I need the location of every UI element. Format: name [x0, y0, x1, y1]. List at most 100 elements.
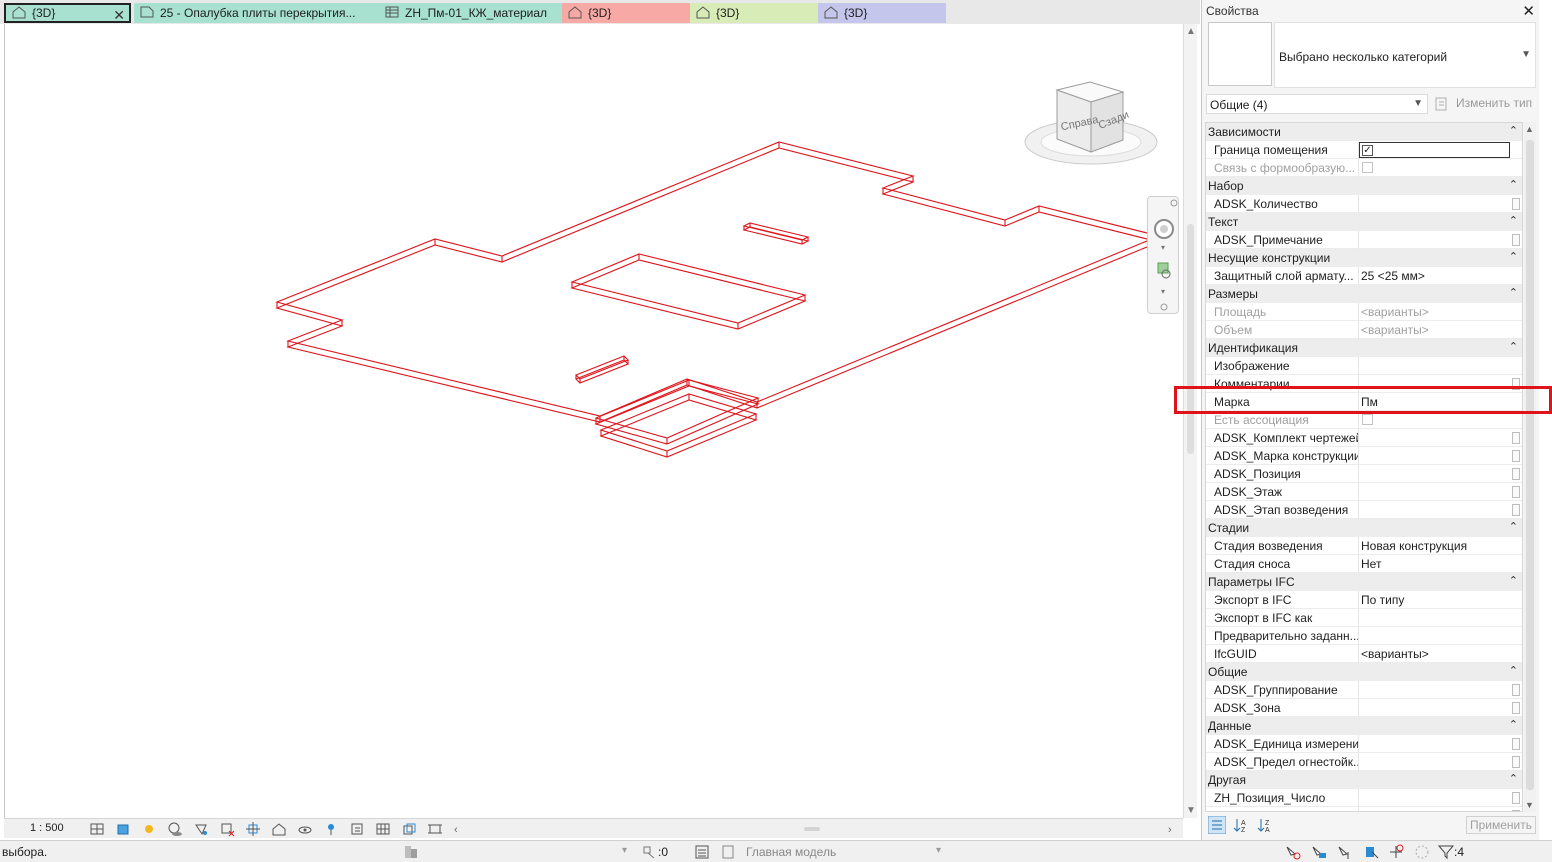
- property-value[interactable]: <варианты>: [1361, 305, 1429, 319]
- property-row[interactable]: Экспорт в IFC По типу: [1206, 591, 1522, 609]
- sort-group-icon[interactable]: [1208, 816, 1226, 834]
- view-cube[interactable]: Справа Сзади: [1024, 81, 1158, 165]
- drag-elements-icon[interactable]: [1388, 844, 1406, 860]
- edit-value-button[interactable]: [1512, 504, 1520, 516]
- apply-button[interactable]: Применить: [1466, 816, 1536, 834]
- property-group-header[interactable]: Текст ⌃: [1206, 213, 1522, 231]
- collapse-icon[interactable]: ⌃: [1509, 718, 1518, 731]
- shadows-icon[interactable]: [167, 821, 183, 837]
- sun-path-icon[interactable]: [141, 821, 157, 837]
- view-scale[interactable]: 1 : 500: [30, 822, 64, 834]
- property-group-header[interactable]: Идентификация ⌃: [1206, 339, 1522, 357]
- edit-value-button[interactable]: [1512, 234, 1520, 246]
- navigation-bar[interactable]: ▾ ▾: [1147, 196, 1179, 314]
- close-tab-icon[interactable]: ✕: [113, 7, 125, 21]
- view-tab[interactable]: {3D}: [562, 3, 690, 23]
- property-group-header[interactable]: Параметры IFC ⌃: [1206, 573, 1522, 591]
- view-tab[interactable]: ZH_Пм-01_КЖ_материал: [379, 3, 562, 23]
- property-value[interactable]: Нет: [1361, 557, 1381, 571]
- viewport-vertical-scrollbar[interactable]: ▲ ▼: [1183, 24, 1197, 818]
- detail-level-icon[interactable]: [89, 821, 105, 837]
- collapse-icon[interactable]: ⌃: [1509, 664, 1518, 677]
- worksets-icon[interactable]: [402, 844, 420, 860]
- crop-view-icon[interactable]: [219, 821, 235, 837]
- property-value-editor[interactable]: ✓: [1359, 142, 1510, 158]
- edit-value-button[interactable]: [1512, 432, 1520, 444]
- property-row[interactable]: Экспорт в IFC как: [1206, 609, 1522, 627]
- property-group-header[interactable]: Зависимости ⌃: [1206, 123, 1522, 141]
- property-row[interactable]: ADSK_Этап возведения: [1206, 501, 1522, 519]
- property-row[interactable]: ADSK_Единица измерения: [1206, 735, 1522, 753]
- collapse-icon[interactable]: ⌃: [1509, 178, 1518, 191]
- analytical-model-icon[interactable]: [401, 821, 417, 837]
- property-row[interactable]: ADSK_Комплект чертежей: [1206, 429, 1522, 447]
- collapse-icon[interactable]: ⌃: [1509, 772, 1518, 785]
- collapse-icon[interactable]: ⌃: [1509, 124, 1518, 137]
- worksharing-display-icon[interactable]: [375, 821, 391, 837]
- property-group-header[interactable]: Общие ⌃: [1206, 663, 1522, 681]
- filter-icon[interactable]: [1438, 844, 1454, 860]
- property-row[interactable]: ADSK_Позиция: [1206, 465, 1522, 483]
- edit-value-button[interactable]: [1512, 450, 1520, 462]
- crop-region-icon[interactable]: [245, 821, 261, 837]
- property-checkbox[interactable]: [1362, 414, 1373, 425]
- property-checkbox[interactable]: [1362, 162, 1373, 173]
- 3d-viewport[interactable]: Справа Сзади ▾ ▾: [4, 24, 1183, 818]
- property-value[interactable]: 25 <25 мм>: [1361, 269, 1425, 283]
- design-options-icon[interactable]: [694, 844, 710, 860]
- active-workset-label[interactable]: Главная модель: [746, 845, 836, 859]
- temporary-hide-icon[interactable]: [297, 821, 313, 837]
- view-tab[interactable]: {3D}: [690, 3, 818, 23]
- property-row[interactable]: Стадия возведения Новая конструкция: [1206, 537, 1522, 555]
- property-row[interactable]: Предварительно заданн...: [1206, 627, 1522, 645]
- collapse-icon[interactable]: ⌃: [1509, 250, 1518, 263]
- selection-count-icon[interactable]: [642, 844, 658, 860]
- view-tab[interactable]: 25 - Опалубка плиты перекрытия...: [134, 3, 379, 23]
- select-pinned-icon[interactable]: [1336, 844, 1354, 860]
- visual-style-icon[interactable]: [115, 821, 131, 837]
- property-group-header[interactable]: Несущие конструкции ⌃: [1206, 249, 1522, 267]
- properties-scrollbar[interactable]: ▲ ▼: [1524, 122, 1536, 812]
- collapse-icon[interactable]: ⌃: [1509, 214, 1518, 227]
- edit-value-button[interactable]: [1512, 738, 1520, 750]
- edit-value-button[interactable]: [1512, 486, 1520, 498]
- property-group-header[interactable]: Набор ⌃: [1206, 177, 1522, 195]
- property-group-header[interactable]: Стадии ⌃: [1206, 519, 1522, 537]
- property-row[interactable]: Объем <варианты>: [1206, 321, 1522, 339]
- select-underlay-icon[interactable]: [1310, 844, 1328, 860]
- temporary-properties-icon[interactable]: [349, 821, 365, 837]
- edit-value-button[interactable]: [1512, 702, 1520, 714]
- property-row[interactable]: Связь с формообразую...: [1206, 159, 1522, 177]
- edit-type-button[interactable]: Изменить тип: [1456, 96, 1532, 110]
- highlight-displacement-icon[interactable]: [427, 821, 443, 837]
- type-selector[interactable]: Выбрано несколько категорий ▼: [1274, 22, 1536, 88]
- property-row[interactable]: Граница помещения ✓: [1206, 141, 1522, 159]
- edit-value-button[interactable]: [1512, 756, 1520, 768]
- lock-3d-view-icon[interactable]: [271, 821, 287, 837]
- edit-value-button[interactable]: [1512, 198, 1520, 210]
- property-row[interactable]: Площадь <варианты>: [1206, 303, 1522, 321]
- property-row[interactable]: ZH_Позиция_Число: [1206, 789, 1522, 807]
- edit-value-button[interactable]: [1512, 684, 1520, 696]
- properties-filter-dropdown[interactable]: Общие (4) ▼: [1206, 94, 1428, 114]
- property-row[interactable]: Защитный слой армату... 25 <25 мм>: [1206, 267, 1522, 285]
- close-icon[interactable]: ✕: [1522, 2, 1535, 20]
- property-value[interactable]: По типу: [1361, 593, 1404, 607]
- property-row[interactable]: ADSK_Этаж: [1206, 483, 1522, 501]
- collapse-icon[interactable]: ⌃: [1509, 340, 1518, 353]
- property-row[interactable]: IfcGUID <варианты>: [1206, 645, 1522, 663]
- collapse-icon[interactable]: ⌃: [1509, 520, 1518, 533]
- property-value[interactable]: <варианты>: [1361, 323, 1429, 337]
- property-row[interactable]: Изображение: [1206, 357, 1522, 375]
- property-value[interactable]: <варианты>: [1361, 647, 1429, 661]
- checkbox-checked-icon[interactable]: ✓: [1362, 145, 1373, 156]
- property-row[interactable]: ADSK_Марка конструкции: [1206, 447, 1522, 465]
- edit-value-button[interactable]: [1512, 792, 1520, 804]
- select-by-face-icon[interactable]: [1362, 844, 1380, 860]
- select-links-icon[interactable]: [1284, 844, 1302, 860]
- property-row[interactable]: ADSK_Предел огнестойк...: [1206, 753, 1522, 771]
- property-row[interactable]: Стадия сноса Нет: [1206, 555, 1522, 573]
- property-value[interactable]: Новая конструкция: [1361, 539, 1467, 553]
- view-tab[interactable]: {3D}: [818, 3, 946, 23]
- property-row[interactable]: ADSK_Количество: [1206, 195, 1522, 213]
